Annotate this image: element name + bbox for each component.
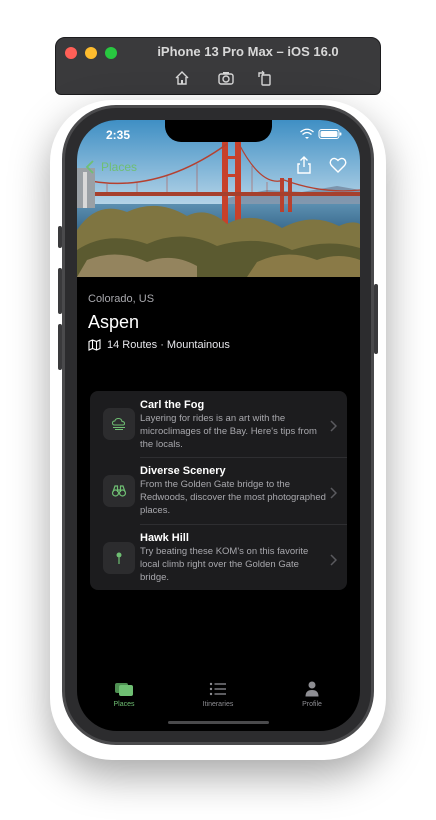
chevron-left-icon (85, 160, 94, 174)
place-title: Aspen (88, 312, 140, 332)
map-icon (88, 339, 101, 351)
places-icon (115, 683, 133, 696)
chevron-right-icon (329, 419, 338, 432)
notch (165, 120, 272, 142)
pin-icon (103, 542, 135, 574)
list-item-description: From the Golden Gate bridge to the Redwo… (140, 479, 326, 516)
list-item-title: Diverse Scenery (140, 465, 226, 477)
tab-label: Itineraries (202, 701, 234, 708)
place-meta: 14 Routes · Mountainous (88, 339, 230, 351)
volume-up-button (58, 268, 62, 314)
place-region: Colorado, US (88, 293, 155, 305)
wifi-icon (305, 137, 309, 139)
hero-image: 2:35 Places (77, 120, 360, 277)
tab-label: Profile (302, 701, 322, 708)
place-meta-text: 14 Routes · Mountainous (107, 339, 230, 351)
home-indicator (168, 721, 269, 724)
tab-label: Places (113, 701, 135, 708)
list-item-description: Try beating these KOM's on this favorite… (140, 546, 309, 583)
list-item-title: Carl the Fog (140, 399, 205, 411)
list-item[interactable]: Carl the Fog Layering for rides is an ar… (90, 391, 347, 457)
list-item[interactable]: Hawk Hill Try beating these KOM's on thi… (90, 525, 347, 590)
share-icon[interactable] (295, 156, 313, 174)
rotate-icon[interactable] (255, 68, 275, 88)
list-item[interactable]: Diverse Scenery From the Golden Gate bri… (90, 458, 347, 524)
window-title: iPhone 13 Pro Max – iOS 16.0 (157, 44, 339, 59)
heart-icon[interactable] (329, 156, 347, 174)
simulator-toolbar: iPhone 13 Pro Max – iOS 16.0 (55, 37, 381, 95)
chevron-right-icon (329, 486, 338, 499)
back-button-label: Places (101, 160, 138, 174)
mute-switch (58, 226, 62, 248)
person-icon (305, 681, 319, 697)
status-icons (300, 128, 344, 140)
phone-screen: 2:35 Places Colorado, US Aspen 14 Routes… (77, 120, 360, 731)
back-button[interactable]: Places (85, 158, 137, 176)
zoom-window-button[interactable] (105, 47, 117, 59)
close-window-button[interactable] (65, 47, 77, 59)
tab-itineraries[interactable]: Itineraries (188, 681, 248, 713)
fog-icon (103, 408, 135, 440)
list-item-title: Hawk Hill (140, 532, 189, 544)
power-button (374, 284, 378, 354)
volume-down-button (58, 324, 62, 370)
chevron-right-icon (329, 553, 338, 566)
tab-places[interactable]: Places (94, 681, 154, 713)
status-time: 2:35 (106, 128, 131, 142)
feature-list: Carl the Fog Layering for rides is an ar… (90, 391, 347, 590)
screenshot-icon[interactable] (216, 68, 236, 88)
binoculars-icon (103, 475, 135, 507)
tab-profile[interactable]: Profile (282, 681, 342, 713)
list-icon (209, 682, 226, 696)
home-icon[interactable] (172, 68, 192, 88)
minimize-window-button[interactable] (85, 47, 97, 59)
list-item-description: Layering for rides is an art with the mi… (140, 413, 317, 450)
